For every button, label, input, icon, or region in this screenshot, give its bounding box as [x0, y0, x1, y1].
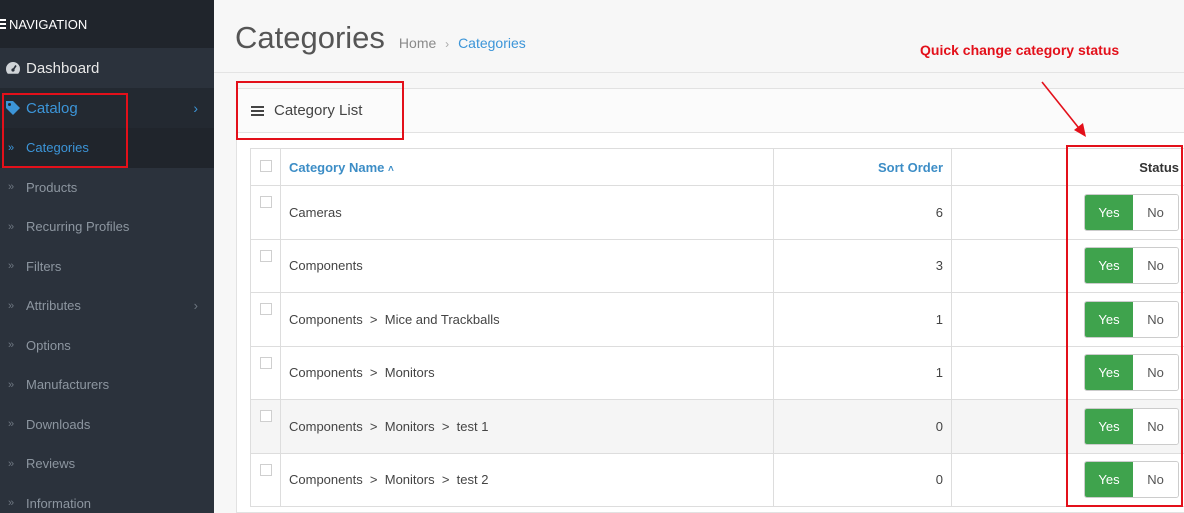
sidebar: NAVIGATION Dashboard Catalog › » Categor…: [0, 0, 214, 513]
sidebar-item-label: Attributes: [26, 298, 81, 314]
select-all-checkbox[interactable]: [259, 159, 272, 172]
row-select-cell: [250, 238, 281, 293]
row-checkbox[interactable]: [259, 303, 272, 315]
page-title: Categories: [235, 20, 385, 55]
column-category-name[interactable]: Category Name ˄: [280, 148, 774, 186]
double-chevron-icon: »: [8, 497, 15, 510]
table-header-row: Category Name ˄ Sort Order Status: [250, 148, 1184, 186]
category-list-panel: Category List Category Name ˄ Sort Order…: [236, 88, 1184, 513]
sidebar-item-label: Downloads: [26, 416, 91, 432]
sidebar-item-label: Reviews: [26, 456, 76, 472]
sort-ascending-icon: ˄: [388, 163, 394, 175]
sidebar-item-label: Filters: [26, 258, 62, 274]
select-all-cell: [250, 148, 281, 186]
category-name: Components > Monitors: [280, 345, 774, 400]
annotation-box-catalog: [2, 93, 128, 168]
double-chevron-icon: »: [8, 418, 15, 431]
category-name: Components > Monitors > test 2: [280, 452, 774, 507]
row-select-cell: [250, 185, 281, 240]
category-name: Cameras: [280, 185, 774, 240]
annotation-box-panel-title: [236, 81, 404, 140]
row-checkbox[interactable]: [259, 196, 272, 208]
sidebar-item-label: Recurring Profiles: [26, 219, 130, 235]
double-chevron-icon: »: [8, 260, 15, 273]
double-chevron-icon: »: [8, 378, 15, 391]
sort-order-value: 3: [773, 238, 952, 293]
sidebar-item-label: Options: [26, 337, 71, 353]
annotation-box-status-column: [1066, 145, 1183, 507]
breadcrumb-separator-icon: ›: [445, 37, 450, 51]
breadcrumb-categories[interactable]: Categories: [458, 35, 526, 51]
table-row: Components > Monitors > test 2 0 Yes No: [250, 452, 1184, 507]
row-select-cell: [250, 292, 281, 347]
sidebar-item-filters[interactable]: » Filters: [0, 247, 214, 287]
sort-order-value: 1: [773, 345, 952, 400]
navigation-header-label: NAVIGATION: [9, 16, 88, 32]
row-checkbox[interactable]: [259, 410, 272, 422]
sidebar-item-manufacturers[interactable]: » Manufacturers: [0, 365, 214, 405]
table-row: Components > Monitors > test 1 0 Yes No: [250, 399, 1184, 454]
double-chevron-icon: »: [8, 181, 15, 194]
row-checkbox[interactable]: [259, 463, 272, 476]
sort-order-value: 1: [773, 292, 952, 347]
sidebar-item-downloads[interactable]: » Downloads: [0, 405, 214, 445]
sidebar-item-options[interactable]: » Options: [0, 326, 214, 366]
column-label: Category Name: [289, 159, 385, 175]
chevron-right-icon: ›: [193, 298, 198, 314]
sidebar-item-label: Manufacturers: [26, 377, 110, 393]
double-chevron-icon: »: [8, 457, 15, 470]
sidebar-item-label: Dashboard: [26, 59, 100, 77]
sidebar-item-attributes[interactable]: » Attributes ›: [0, 286, 214, 326]
row-checkbox[interactable]: [259, 249, 272, 262]
sidebar-item-dashboard[interactable]: Dashboard: [0, 48, 214, 88]
row-select-cell: [250, 399, 281, 454]
category-table: Category Name ˄ Sort Order Status Camera…: [250, 148, 1184, 507]
double-chevron-icon: »: [8, 220, 15, 233]
column-sort-order[interactable]: Sort Order: [773, 148, 952, 186]
sort-order-value: 6: [773, 185, 952, 240]
table-row: Components > Monitors 1 Yes No: [250, 345, 1184, 400]
breadcrumb-home[interactable]: Home: [399, 35, 436, 51]
double-chevron-icon: »: [8, 339, 15, 352]
sidebar-item-label: Information: [26, 495, 92, 511]
table-row: Cameras 6 Yes No: [250, 185, 1184, 240]
category-name: Components > Monitors > test 1: [280, 399, 774, 454]
row-select-cell: [250, 345, 281, 400]
breadcrumb: Home › Categories: [399, 35, 526, 51]
navigation-header: NAVIGATION: [0, 0, 214, 48]
sort-order-value: 0: [773, 399, 952, 454]
table-row: Components > Mice and Trackballs 1 Yes No: [250, 292, 1184, 347]
chevron-right-icon: ›: [193, 100, 198, 116]
table-row: Components 3 Yes No: [250, 238, 1184, 293]
sidebar-item-information[interactable]: » Information: [0, 484, 214, 513]
category-name: Components > Mice and Trackballs: [280, 292, 774, 347]
dashboard-icon: [0, 61, 26, 75]
double-chevron-icon: »: [8, 299, 15, 312]
sidebar-item-products[interactable]: » Products: [0, 168, 214, 208]
annotation-label: Quick change category status: [920, 42, 1120, 58]
row-select-cell: [250, 452, 281, 507]
annotation-arrow-icon: [1041, 81, 1086, 137]
sidebar-item-reviews[interactable]: » Reviews: [0, 444, 214, 484]
menu-icon: [0, 17, 6, 31]
category-name: Components: [280, 238, 774, 293]
sidebar-item-recurring-profiles[interactable]: » Recurring Profiles: [0, 207, 214, 247]
sort-order-value: 0: [773, 452, 952, 507]
sidebar-item-label: Products: [26, 179, 78, 195]
page-header: Categories Home › Categories: [214, 0, 1184, 73]
row-checkbox[interactable]: [259, 356, 272, 369]
